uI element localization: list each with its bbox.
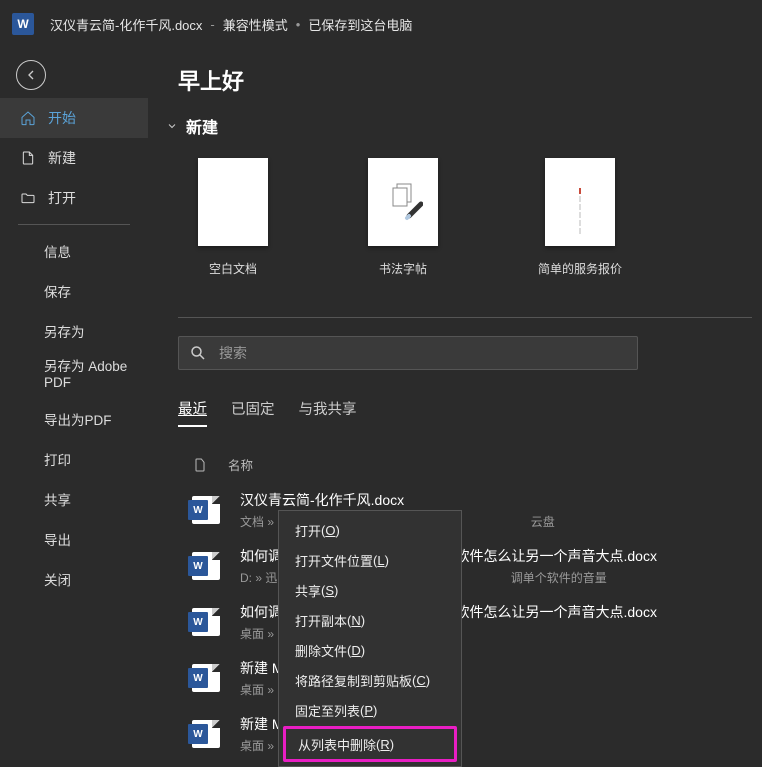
menu-pin-to-list[interactable]: 固定至列表(P) <box>279 695 461 725</box>
sidebar-item-export-pdf[interactable]: 导出为PDF <box>0 399 148 439</box>
list-header: 名称 <box>178 447 752 482</box>
file-name: 汉仪青云简-化作千风.docx <box>240 490 555 510</box>
file-row[interactable]: W 新建 M 桌面 » <box>178 706 752 754</box>
sidebar-item-home[interactable]: 开始 <box>0 98 148 138</box>
tab-recent[interactable]: 最近 <box>178 398 207 427</box>
menu-open-copy[interactable]: 打开副本(N) <box>279 605 461 635</box>
title-separator: - <box>210 17 214 32</box>
word-doc-icon: W <box>192 496 220 524</box>
menu-delete-file[interactable]: 删除文件(D) <box>279 635 461 665</box>
template-thumbnail-calligraphy <box>368 158 438 246</box>
home-icon <box>20 110 36 126</box>
compatibility-mode: 兼容性模式 <box>223 15 288 34</box>
template-label: 空白文档 <box>209 260 257 277</box>
sidebar-item-saveas[interactable]: 另存为 <box>0 311 148 351</box>
sidebar-item-saveas-pdf[interactable]: 另存为 Adobe PDF <box>0 351 148 399</box>
menu-open[interactable]: 打开(O) <box>279 515 461 545</box>
template-invoice[interactable]: 简单的服务报价 <box>538 158 622 277</box>
template-thumbnail-invoice <box>545 158 615 246</box>
dot-separator: • <box>296 17 301 32</box>
menu-remove-from-list[interactable]: 从列表中删除(R) <box>286 729 454 759</box>
search-input[interactable] <box>219 345 627 361</box>
sidebar-item-share[interactable]: 共享 <box>0 479 148 519</box>
highlight-box: 从列表中删除(R) <box>283 726 457 762</box>
sidebar-item-save[interactable]: 保存 <box>0 271 148 311</box>
divider <box>178 317 752 318</box>
word-doc-icon: W <box>192 552 220 580</box>
file-row[interactable]: W 如何调 个软件怎么让另一个声音大点.docx D: » 迅 调单个软件的音量 <box>178 538 752 594</box>
new-doc-icon <box>20 150 36 166</box>
sidebar-item-close[interactable]: 关闭 <box>0 559 148 599</box>
word-doc-icon: W <box>192 720 220 748</box>
save-status: 已保存到这台电脑 <box>308 15 412 34</box>
tab-shared[interactable]: 与我共享 <box>299 398 357 427</box>
search-box[interactable] <box>178 336 638 370</box>
list-header-name: 名称 <box>228 455 253 474</box>
back-button[interactable] <box>16 60 46 90</box>
search-icon <box>189 344 207 362</box>
sidebar: 开始 新建 打开 信息 保存 另存为 另存为 Adobe PDF 导出为PDF … <box>0 48 148 754</box>
word-doc-icon: W <box>192 664 220 692</box>
template-calligraphy[interactable]: 书法字帖 <box>368 158 438 277</box>
sidebar-label: 开始 <box>48 108 76 128</box>
context-menu: 打开(O) 打开文件位置(L) 共享(S) 打开副本(N) 删除文件(D) 将路… <box>278 510 462 767</box>
new-section-header[interactable]: 新建 <box>162 114 752 138</box>
tab-pinned[interactable]: 已固定 <box>231 398 275 427</box>
sidebar-item-new[interactable]: 新建 <box>0 138 148 178</box>
sidebar-item-export[interactable]: 导出 <box>0 519 148 559</box>
sidebar-item-print[interactable]: 打印 <box>0 439 148 479</box>
templates-row: 空白文档 书法字帖 简单的服务报价 <box>198 158 752 277</box>
template-thumbnail-blank <box>198 158 268 246</box>
nav-divider <box>18 224 130 225</box>
file-tabs: 最近 已固定 与我共享 <box>178 398 752 427</box>
open-folder-icon <box>20 190 36 206</box>
sidebar-label: 打开 <box>48 188 76 208</box>
document-title: 汉仪青云简-化作千风.docx <box>50 15 202 34</box>
new-section-label: 新建 <box>186 114 218 138</box>
word-app-icon: W <box>12 13 34 35</box>
sidebar-item-open[interactable]: 打开 <box>0 178 148 218</box>
sidebar-item-info[interactable]: 信息 <box>0 231 148 271</box>
title-bar: W 汉仪青云简-化作千风.docx - 兼容性模式 • 已保存到这台电脑 <box>0 0 762 48</box>
file-row[interactable]: W 新建 M 桌面 » <box>178 650 752 706</box>
greeting-text: 早上好 <box>178 64 752 96</box>
menu-copy-path[interactable]: 将路径复制到剪贴板(C) <box>279 665 461 695</box>
doc-header-icon <box>192 457 208 473</box>
template-label: 简单的服务报价 <box>538 260 622 277</box>
file-row[interactable]: W 如何调 个软件怎么让另一个声音大点.docx 桌面 » <box>178 594 752 650</box>
template-blank[interactable]: 空白文档 <box>198 158 268 277</box>
file-row[interactable]: W 汉仪青云简-化作千风.docx 文档 » 云盘 <box>178 482 752 538</box>
menu-open-location[interactable]: 打开文件位置(L) <box>279 545 461 575</box>
word-doc-icon: W <box>192 608 220 636</box>
menu-share[interactable]: 共享(S) <box>279 575 461 605</box>
sidebar-label: 新建 <box>48 148 76 168</box>
template-label: 书法字帖 <box>379 260 427 277</box>
chevron-down-icon <box>162 120 182 132</box>
